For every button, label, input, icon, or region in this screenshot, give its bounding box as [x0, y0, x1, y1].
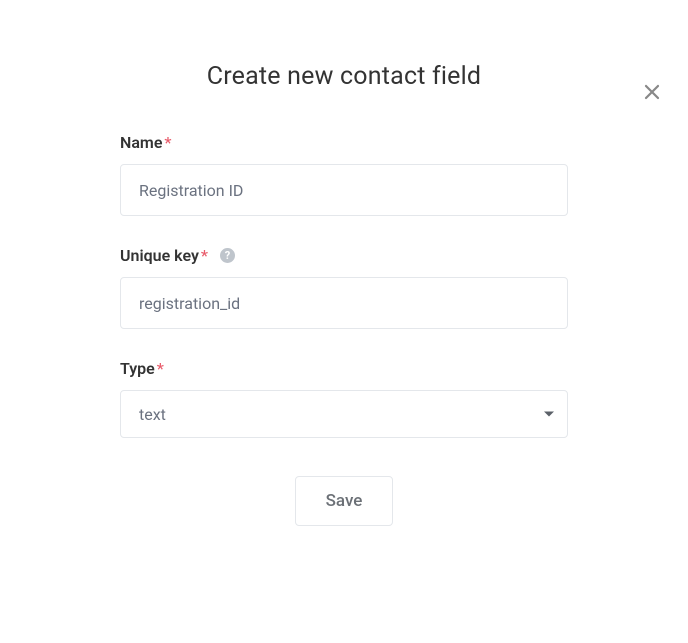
create-field-form: Name* Unique key* ? Type* text Save [0, 133, 688, 526]
save-button[interactable]: Save [295, 476, 394, 526]
type-label: Type* [120, 359, 568, 378]
unique-key-label-text: Unique key [120, 246, 199, 265]
unique-key-field-group: Unique key* ? [120, 246, 568, 329]
type-field-group: Type* text [120, 359, 568, 438]
close-button[interactable] [640, 82, 664, 106]
help-icon[interactable]: ? [220, 248, 235, 263]
name-input[interactable] [120, 164, 568, 216]
close-icon [643, 83, 661, 105]
name-label: Name* [120, 133, 568, 152]
required-indicator: * [201, 246, 208, 265]
name-label-text: Name [120, 133, 162, 152]
unique-key-input[interactable] [120, 277, 568, 329]
type-select[interactable]: text [120, 390, 568, 438]
required-indicator: * [157, 359, 164, 378]
name-field-group: Name* [120, 133, 568, 216]
dialog-title: Create new contact field [0, 62, 688, 91]
type-label-text: Type [120, 359, 155, 378]
type-select-wrapper: text [120, 390, 568, 438]
unique-key-label: Unique key* ? [120, 246, 568, 265]
required-indicator: * [164, 133, 171, 152]
